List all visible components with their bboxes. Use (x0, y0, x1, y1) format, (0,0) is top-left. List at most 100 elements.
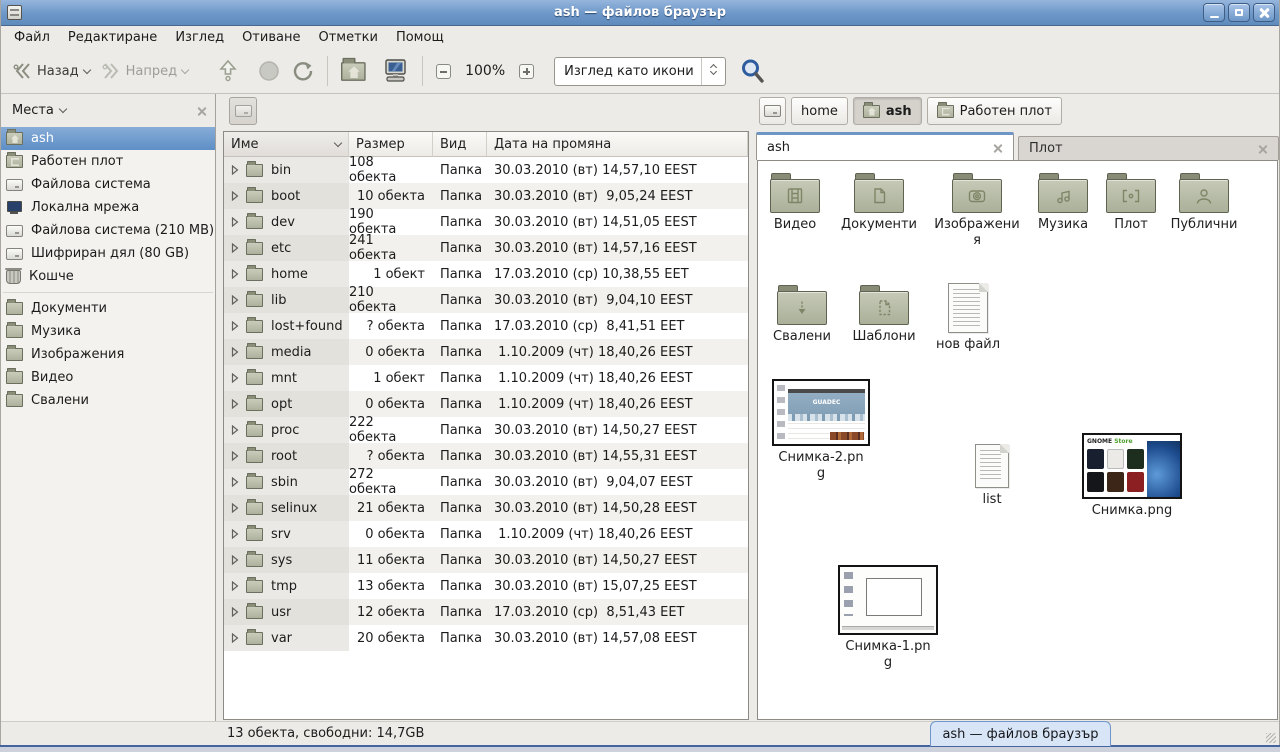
table-row[interactable]: boot 10 обекта Папка 30.03.2010 (вт) 9,0… (224, 183, 748, 209)
file-item-snimka-2[interactable]: GUADEC Снимка-2.png (766, 379, 876, 482)
home-button[interactable] (335, 61, 364, 82)
sidebar-item-desktop[interactable]: Работен плот (1, 150, 215, 173)
table-row[interactable]: proc 222 обекта Папка 30.03.2010 (вт) 14… (224, 417, 748, 443)
back-button[interactable]: Назад (7, 58, 96, 84)
sidebar-item-ash[interactable]: ash (1, 127, 215, 150)
table-row[interactable]: home 1 обект Папка 17.03.2010 (ср) 10,38… (224, 261, 748, 287)
folder-item-images[interactable]: Изображения (932, 173, 1022, 249)
menu-edit[interactable]: Редактиране (59, 28, 166, 47)
tab-ash[interactable]: ash (756, 132, 1014, 160)
stop-button[interactable] (252, 56, 286, 86)
expander-icon[interactable] (231, 295, 239, 305)
root-filesystem-button[interactable] (229, 97, 257, 125)
zoom-in-button[interactable] (513, 60, 540, 83)
resize-grip-icon[interactable] (1266, 733, 1276, 743)
column-header-date[interactable]: Дата на промяна (487, 132, 748, 157)
expander-icon[interactable] (231, 217, 239, 227)
breadcrumb-ash-button[interactable]: ash (853, 97, 922, 125)
sidebar-item-music[interactable]: Музика (1, 320, 215, 343)
back-dropdown-icon[interactable] (82, 65, 90, 73)
table-row[interactable]: lib 210 обекта Папка 30.03.2010 (вт) 9,0… (224, 287, 748, 313)
sidebar-item-images[interactable]: Изображения (1, 343, 215, 366)
menu-help[interactable]: Помощ (387, 28, 453, 47)
expander-icon[interactable] (231, 607, 239, 617)
expander-icon[interactable] (231, 581, 239, 591)
table-row[interactable]: tmp 13 обекта Папка 30.03.2010 (вт) 15,0… (224, 573, 748, 599)
sidebar-item-network[interactable]: Локална мрежа (1, 196, 215, 219)
expander-icon[interactable] (231, 425, 239, 435)
sidebar-item-downloads[interactable]: Свалени (1, 389, 215, 412)
expander-icon[interactable] (231, 269, 239, 279)
taskbar-window-button[interactable]: ash — файлов браузър (930, 721, 1111, 747)
view-mode-select[interactable]: Изглед като икони (554, 57, 726, 86)
sidebar-item-trash[interactable]: Кошче (1, 265, 215, 288)
menu-view[interactable]: Изглед (166, 28, 233, 47)
expander-icon[interactable] (231, 373, 239, 383)
titlebar[interactable]: ash — файлов браузър (1, 0, 1279, 26)
column-header-name[interactable]: Име (224, 132, 349, 157)
sidebar-item-filesystem[interactable]: Файлова система (1, 173, 215, 196)
expander-icon[interactable] (231, 347, 239, 357)
sidebar-close-icon[interactable] (197, 106, 207, 116)
menu-file[interactable]: Файл (5, 28, 59, 47)
expander-icon[interactable] (231, 399, 239, 409)
sidebar-item-video[interactable]: Видео (1, 366, 215, 389)
sidebar-item-encrypted-80gb[interactable]: Шифриран дял (80 GB) (1, 242, 215, 265)
table-row[interactable]: opt 0 обекта Папка 1.10.2009 (чт) 18,40,… (224, 391, 748, 417)
table-row[interactable]: sbin 272 обекта Папка 30.03.2010 (вт) 9,… (224, 469, 748, 495)
file-item-snimka-1[interactable]: Снимка-1.png (838, 565, 938, 671)
computer-button[interactable] (376, 54, 415, 88)
folder-item-templates[interactable]: Шаблони (839, 285, 929, 345)
folder-item-video[interactable]: Видео (757, 173, 840, 233)
expander-icon[interactable] (231, 321, 239, 331)
table-row[interactable]: mnt 1 обект Папка 1.10.2009 (чт) 18,40,2… (224, 365, 748, 391)
zoom-out-button[interactable] (430, 60, 457, 83)
expander-icon[interactable] (231, 529, 239, 539)
table-row[interactable]: lost+found ? обекта Папка 17.03.2010 (ср… (224, 313, 748, 339)
expander-icon[interactable] (231, 165, 239, 175)
close-button[interactable] (1253, 3, 1275, 22)
table-row[interactable]: root ? обекта Папка 30.03.2010 (вт) 14,5… (224, 443, 748, 469)
expander-icon[interactable] (231, 451, 239, 461)
file-item-new-file[interactable]: нов файл (923, 283, 1013, 353)
breadcrumb-home-button[interactable]: home (791, 97, 848, 125)
column-header-size[interactable]: Размер (349, 132, 433, 157)
tab-plot[interactable]: Плот (1018, 136, 1279, 160)
table-row[interactable]: usr 12 обекта Папка 17.03.2010 (ср) 8,51… (224, 599, 748, 625)
search-button[interactable] (734, 54, 772, 88)
expander-icon[interactable] (231, 555, 239, 565)
minimize-button[interactable] (1203, 3, 1225, 22)
table-row[interactable]: srv 0 обекта Папка 1.10.2009 (чт) 18,40,… (224, 521, 748, 547)
places-dropdown-icon[interactable] (59, 105, 67, 113)
expander-icon[interactable] (231, 243, 239, 253)
folder-item-downloads[interactable]: Свалени (757, 285, 847, 345)
folder-item-documents[interactable]: Документи (834, 173, 924, 233)
table-row[interactable]: bin 108 обекта Папка 30.03.2010 (вт) 14,… (224, 157, 748, 183)
expander-icon[interactable] (231, 477, 239, 487)
tab-close-icon[interactable] (993, 143, 1003, 153)
table-row[interactable]: sys 11 обекта Папка 30.03.2010 (вт) 14,5… (224, 547, 748, 573)
breadcrumb-root-button[interactable] (759, 97, 786, 125)
menu-bookmarks[interactable]: Отметки (309, 28, 386, 47)
breadcrumb-desktop-button[interactable]: Работен плот (927, 97, 1062, 125)
folder-item-public[interactable]: Публични (1159, 173, 1249, 233)
table-row[interactable]: media 0 обекта Папка 1.10.2009 (чт) 18,4… (224, 339, 748, 365)
file-item-list[interactable]: list (947, 444, 1037, 508)
forward-button[interactable]: Напред (96, 58, 194, 84)
up-button[interactable] (212, 55, 244, 87)
column-header-type[interactable]: Вид (433, 132, 487, 157)
expander-icon[interactable] (231, 503, 239, 513)
file-item-snimka[interactable]: GNOME Store Снимка.png (1077, 433, 1187, 519)
sidebar-item-documents[interactable]: Документи (1, 297, 215, 320)
table-row[interactable]: etc 241 обекта Папка 30.03.2010 (вт) 14,… (224, 235, 748, 261)
maximize-button[interactable] (1228, 3, 1250, 22)
table-row[interactable]: selinux 21 обекта Папка 30.03.2010 (вт) … (224, 495, 748, 521)
menu-go[interactable]: Отиване (233, 28, 309, 47)
sidebar-item-filesystem-210mb[interactable]: Файлова система (210 MB) (1, 219, 215, 242)
places-title[interactable]: Места (12, 103, 54, 118)
tab-close-icon[interactable] (1258, 144, 1268, 154)
table-row[interactable]: dev 190 обекта Папка 30.03.2010 (вт) 14,… (224, 209, 748, 235)
icon-view[interactable]: Видео Документи Изображения (757, 160, 1278, 720)
expander-icon[interactable] (231, 191, 239, 201)
reload-button[interactable] (286, 56, 320, 86)
